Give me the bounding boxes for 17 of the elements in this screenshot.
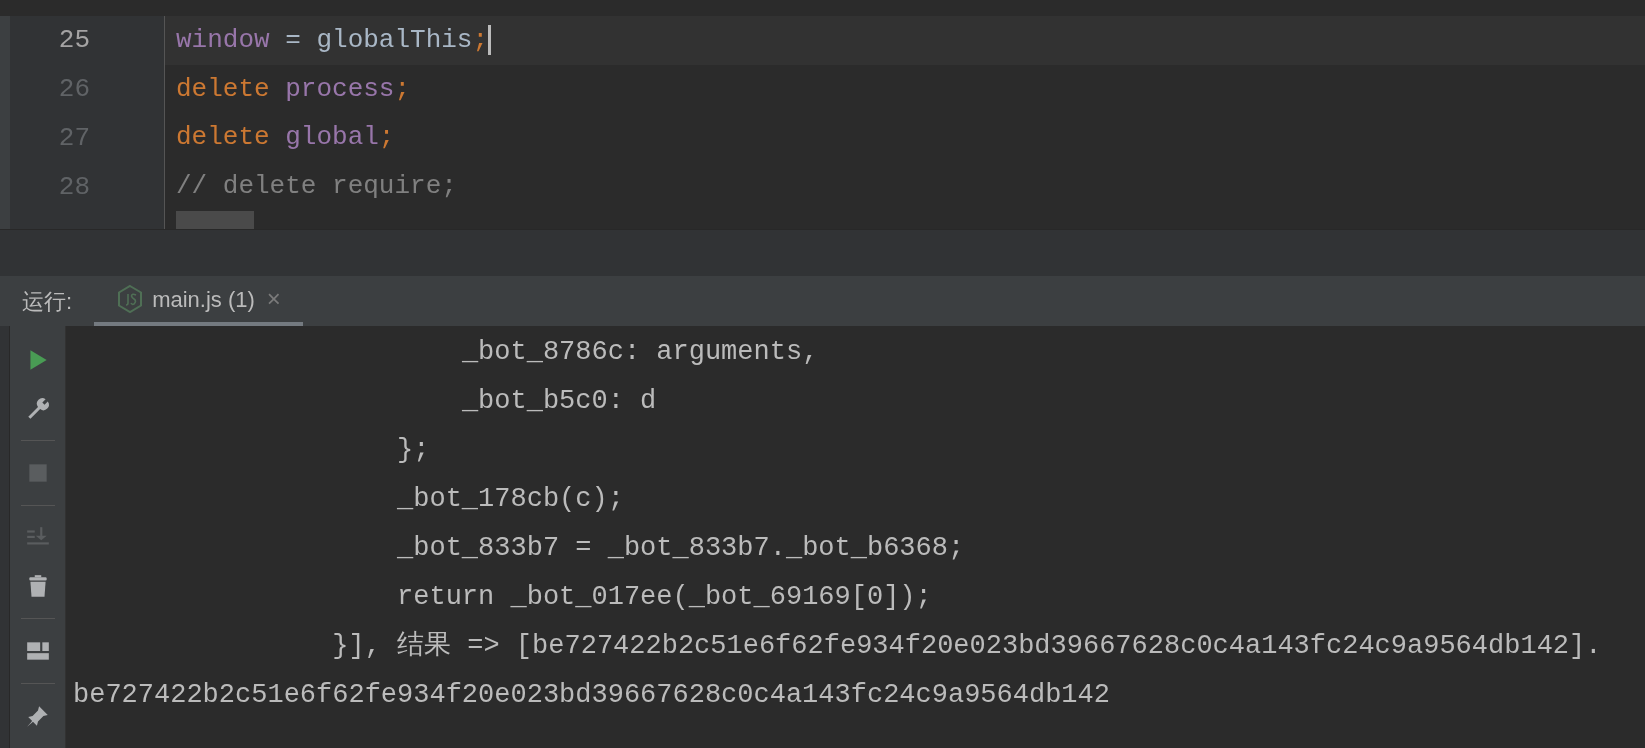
tab-title: main.js (1) xyxy=(152,285,255,314)
text-cursor xyxy=(488,25,492,56)
console-output-line: _bot_833b7 = _bot_833b7._bot_b6368; xyxy=(397,532,965,566)
console-output-line: _bot_178cb(c); xyxy=(397,483,624,517)
console-output-line: _bot_8786c: arguments, xyxy=(461,336,819,370)
run-label: 运行: xyxy=(22,287,73,316)
console-output-line: _bot_b5c0: d xyxy=(461,385,657,419)
console-output-line: }], 结果 => [be727422b2c51e6f62fe934f20e023bd39667628c0c4a143fc24c9a9564db142]. xyxy=(332,630,1602,664)
code-line: window = globalThis; xyxy=(176,23,489,57)
console-output-line: return _bot_017ee(_bot_69169[0]); xyxy=(397,581,932,615)
code-line: delete process; xyxy=(176,72,411,106)
code-line: // delete require; xyxy=(176,170,457,204)
console-output-line: }; xyxy=(397,434,430,468)
line-number: 25 xyxy=(58,24,90,57)
code-line: delete global; xyxy=(176,121,395,155)
console-output-line: be727422b2c51e6f62fe934f20e023bd39667628c0c4a143fc24c9a9564db142 xyxy=(73,679,1110,713)
nodejs-icon xyxy=(116,284,145,314)
